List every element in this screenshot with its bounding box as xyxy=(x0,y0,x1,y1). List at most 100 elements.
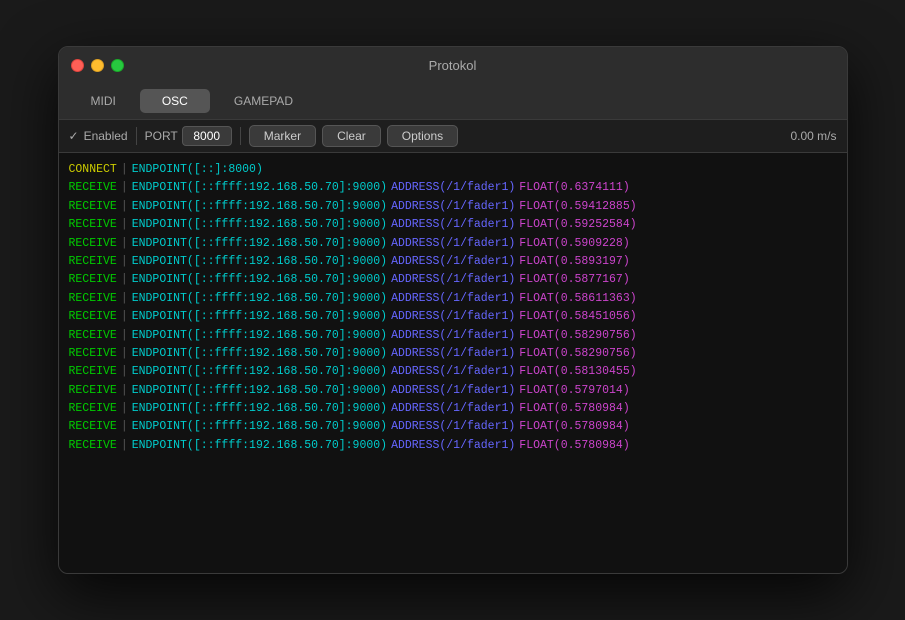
clear-button[interactable]: Clear xyxy=(322,125,381,147)
log-row: RECEIVE | ENDPOINT([::ffff:192.168.50.70… xyxy=(69,363,837,381)
log-row: RECEIVE | ENDPOINT([::ffff:192.168.50.70… xyxy=(69,198,837,216)
log-type: RECEIVE xyxy=(69,382,117,400)
log-address: ADDRESS(/1/fader1) xyxy=(391,345,515,363)
log-float: FLOAT(0.59412885) xyxy=(519,198,636,216)
log-float: FLOAT(0.58130455) xyxy=(519,363,636,381)
log-address: ADDRESS(/1/fader1) xyxy=(391,363,515,381)
log-type: RECEIVE xyxy=(69,308,117,326)
log-address: ADDRESS(/1/fader1) xyxy=(391,327,515,345)
log-separator: | xyxy=(121,235,128,253)
log-float: FLOAT(0.58611363) xyxy=(519,290,636,308)
log-row: RECEIVE | ENDPOINT([::ffff:192.168.50.70… xyxy=(69,216,837,234)
log-type: RECEIVE xyxy=(69,290,117,308)
window-title: Protokol xyxy=(429,58,477,73)
log-type: RECEIVE xyxy=(69,437,117,455)
log-separator: | xyxy=(121,179,128,197)
log-row: RECEIVE | ENDPOINT([::ffff:192.168.50.70… xyxy=(69,271,837,289)
log-separator: | xyxy=(121,161,128,179)
traffic-lights xyxy=(71,59,124,72)
log-float: FLOAT(0.5797014) xyxy=(519,382,629,400)
log-address: ADDRESS(/1/fader1) xyxy=(391,235,515,253)
log-endpoint: ENDPOINT([::ffff:192.168.50.70]:9000) xyxy=(132,290,387,308)
log-endpoint: ENDPOINT([::ffff:192.168.50.70]:9000) xyxy=(132,418,387,436)
log-address: ADDRESS(/1/fader1) xyxy=(391,271,515,289)
log-separator: | xyxy=(121,418,128,436)
log-endpoint: ENDPOINT([::ffff:192.168.50.70]:9000) xyxy=(132,253,387,271)
tab-bar: MIDI OSC GAMEPAD xyxy=(59,83,847,120)
log-endpoint: ENDPOINT([::ffff:192.168.50.70]:9000) xyxy=(132,198,387,216)
tab-midi[interactable]: MIDI xyxy=(69,89,138,113)
port-display: PORT 8000 xyxy=(145,126,232,146)
log-row: RECEIVE | ENDPOINT([::ffff:192.168.50.70… xyxy=(69,418,837,436)
log-address: ADDRESS(/1/fader1) xyxy=(391,179,515,197)
log-type: RECEIVE xyxy=(69,235,117,253)
log-float: FLOAT(0.5893197) xyxy=(519,253,629,271)
log-separator: | xyxy=(121,308,128,326)
log-type: RECEIVE xyxy=(69,327,117,345)
log-separator: | xyxy=(121,363,128,381)
log-address: ADDRESS(/1/fader1) xyxy=(391,216,515,234)
divider-1 xyxy=(136,127,137,145)
log-endpoint: ENDPOINT([::ffff:192.168.50.70]:9000) xyxy=(132,382,387,400)
log-type: RECEIVE xyxy=(69,216,117,234)
log-address: ADDRESS(/1/fader1) xyxy=(391,198,515,216)
minimize-button[interactable] xyxy=(91,59,104,72)
log-address: ADDRESS(/1/fader1) xyxy=(391,437,515,455)
log-type: RECEIVE xyxy=(69,363,117,381)
log-row: RECEIVE | ENDPOINT([::ffff:192.168.50.70… xyxy=(69,437,837,455)
log-endpoint: ENDPOINT([::ffff:192.168.50.70]:9000) xyxy=(132,216,387,234)
log-endpoint: ENDPOINT([::ffff:192.168.50.70]:9000) xyxy=(132,271,387,289)
log-float: FLOAT(0.5909228) xyxy=(519,235,629,253)
log-type: RECEIVE xyxy=(69,345,117,363)
port-label: PORT xyxy=(145,129,178,143)
maximize-button[interactable] xyxy=(111,59,124,72)
log-type: RECEIVE xyxy=(69,418,117,436)
log-separator: | xyxy=(121,290,128,308)
log-type: RECEIVE xyxy=(69,400,117,418)
log-float: FLOAT(0.6374111) xyxy=(519,179,629,197)
log-endpoint: ENDPOINT([::ffff:192.168.50.70]:9000) xyxy=(132,235,387,253)
log-float: FLOAT(0.5780984) xyxy=(519,418,629,436)
log-float: FLOAT(0.58451056) xyxy=(519,308,636,326)
log-type: RECEIVE xyxy=(69,198,117,216)
enabled-check[interactable]: ✓ Enabled xyxy=(69,129,128,143)
log-row: RECEIVE | ENDPOINT([::ffff:192.168.50.70… xyxy=(69,345,837,363)
log-type: CONNECT xyxy=(69,161,117,179)
enabled-label: Enabled xyxy=(84,129,128,143)
log-separator: | xyxy=(121,345,128,363)
close-button[interactable] xyxy=(71,59,84,72)
log-type: RECEIVE xyxy=(69,179,117,197)
tab-gamepad[interactable]: GAMEPAD xyxy=(212,89,315,113)
log-float: FLOAT(0.5877167) xyxy=(519,271,629,289)
log-float: FLOAT(0.58290756) xyxy=(519,327,636,345)
app-window: Protokol MIDI OSC GAMEPAD ✓ Enabled PORT… xyxy=(58,46,848,574)
log-separator: | xyxy=(121,400,128,418)
log-endpoint: ENDPOINT([::]:8000) xyxy=(132,161,263,179)
divider-2 xyxy=(240,127,241,145)
log-area: CONNECT | ENDPOINT([::]:8000)RECEIVE | E… xyxy=(59,153,847,573)
log-separator: | xyxy=(121,198,128,216)
log-separator: | xyxy=(121,271,128,289)
log-endpoint: ENDPOINT([::ffff:192.168.50.70]:9000) xyxy=(132,400,387,418)
log-endpoint: ENDPOINT([::ffff:192.168.50.70]:9000) xyxy=(132,437,387,455)
log-separator: | xyxy=(121,216,128,234)
log-address: ADDRESS(/1/fader1) xyxy=(391,290,515,308)
title-bar: Protokol xyxy=(59,47,847,83)
log-separator: | xyxy=(121,253,128,271)
log-separator: | xyxy=(121,382,128,400)
log-row: RECEIVE | ENDPOINT([::ffff:192.168.50.70… xyxy=(69,327,837,345)
log-row: RECEIVE | ENDPOINT([::ffff:192.168.50.70… xyxy=(69,290,837,308)
log-endpoint: ENDPOINT([::ffff:192.168.50.70]:9000) xyxy=(132,345,387,363)
log-separator: | xyxy=(121,437,128,455)
log-float: FLOAT(0.5780984) xyxy=(519,400,629,418)
options-button[interactable]: Options xyxy=(387,125,458,147)
log-address: ADDRESS(/1/fader1) xyxy=(391,400,515,418)
log-separator: | xyxy=(121,327,128,345)
log-endpoint: ENDPOINT([::ffff:192.168.50.70]:9000) xyxy=(132,179,387,197)
log-address: ADDRESS(/1/fader1) xyxy=(391,418,515,436)
marker-button[interactable]: Marker xyxy=(249,125,316,147)
check-icon: ✓ xyxy=(69,129,79,143)
port-value[interactable]: 8000 xyxy=(182,126,232,146)
tab-osc[interactable]: OSC xyxy=(140,89,210,113)
log-row: CONNECT | ENDPOINT([::]:8000) xyxy=(69,161,837,179)
